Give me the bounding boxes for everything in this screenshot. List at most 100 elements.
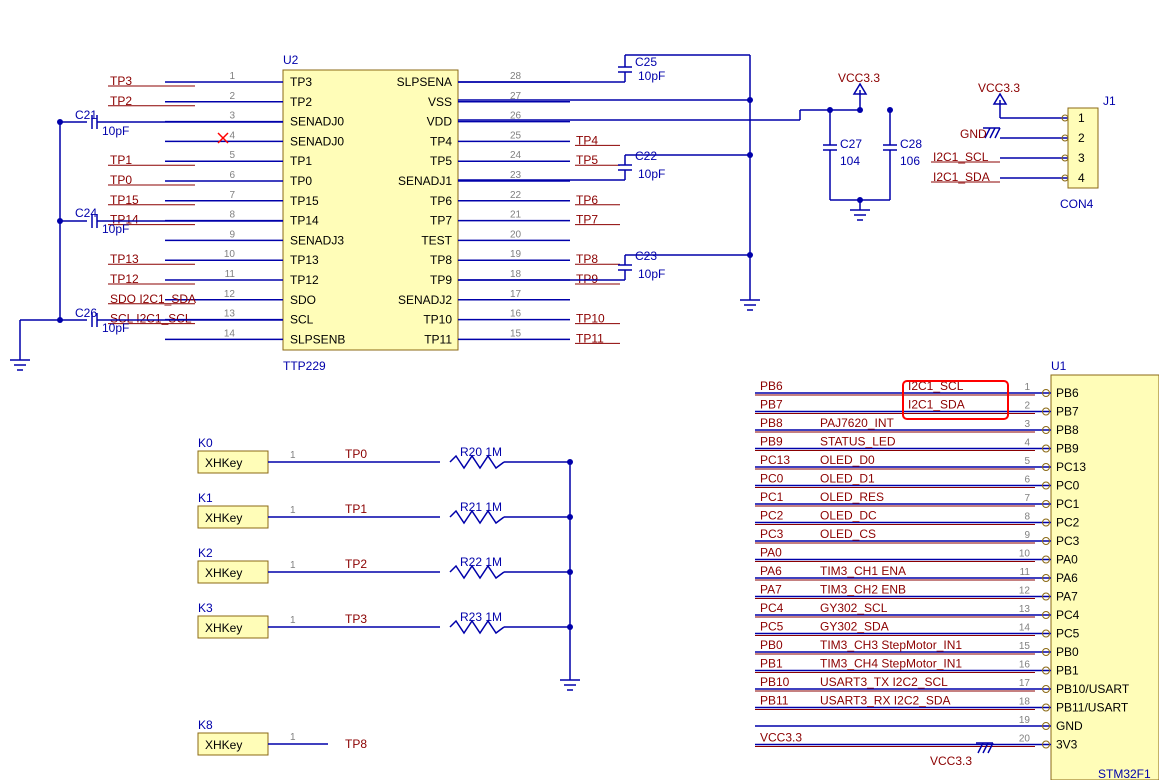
svg-text:R22 1M: R22 1M xyxy=(460,555,502,569)
svg-text:XHKey: XHKey xyxy=(205,738,242,752)
cap-c25: C25 10pF xyxy=(458,55,750,300)
svg-text:3: 3 xyxy=(1078,151,1085,165)
svg-text:C28: C28 xyxy=(900,137,922,151)
svg-text:2: 2 xyxy=(1024,401,1030,412)
svg-text:TP3: TP3 xyxy=(290,75,312,89)
svg-text:PB1: PB1 xyxy=(760,657,783,671)
svg-text:OLED_DC: OLED_DC xyxy=(820,509,877,523)
svg-text:PB1: PB1 xyxy=(1056,664,1079,678)
svg-text:18: 18 xyxy=(510,269,522,280)
svg-text:1: 1 xyxy=(1024,382,1030,393)
svg-text:PB9: PB9 xyxy=(760,435,783,449)
svg-text:PC5: PC5 xyxy=(760,620,784,634)
svg-text:OLED_D1: OLED_D1 xyxy=(820,472,875,486)
svg-text:VCC3.3: VCC3.3 xyxy=(760,731,802,745)
svg-text:104: 104 xyxy=(840,154,860,168)
svg-text:PC0: PC0 xyxy=(1056,479,1080,493)
svg-text:VCC3.3: VCC3.3 xyxy=(930,754,972,768)
svg-text:PC1: PC1 xyxy=(760,490,784,504)
svg-text:10pF: 10pF xyxy=(102,124,129,138)
svg-text:CON4: CON4 xyxy=(1060,197,1094,211)
svg-text:SLPSENB: SLPSENB xyxy=(290,332,345,346)
svg-text:C23: C23 xyxy=(635,249,657,263)
key-k8: K8 XHKey 1 TP8 xyxy=(198,718,367,755)
svg-text:20: 20 xyxy=(1019,734,1031,745)
svg-text:I2C1_SDA: I2C1_SDA xyxy=(908,398,965,412)
svg-text:SCL: SCL xyxy=(290,313,314,327)
svg-text:PB0: PB0 xyxy=(1056,645,1079,659)
svg-text:TP10: TP10 xyxy=(423,313,452,327)
svg-text:R20 1M: R20 1M xyxy=(460,445,502,459)
svg-text:VCC3.3: VCC3.3 xyxy=(978,81,1020,95)
svg-text:PC2: PC2 xyxy=(1056,516,1080,530)
svg-text:PC5: PC5 xyxy=(1056,627,1080,641)
svg-text:R23 1M: R23 1M xyxy=(460,610,502,624)
svg-text:PB7: PB7 xyxy=(760,398,783,412)
svg-text:17: 17 xyxy=(1019,678,1031,689)
svg-text:6: 6 xyxy=(229,170,235,181)
cap-c28: C28 106 xyxy=(883,110,922,200)
svg-text:XHKey: XHKey xyxy=(205,566,242,580)
svg-text:28: 28 xyxy=(510,71,522,82)
svg-text:2: 2 xyxy=(1078,131,1085,145)
svg-text:TIM3_CH4 StepMotor_IN1: TIM3_CH4 StepMotor_IN1 xyxy=(820,657,962,671)
svg-text:USART3_RX I2C2_SDA: USART3_RX I2C2_SDA xyxy=(820,694,951,708)
svg-text:SENADJ0: SENADJ0 xyxy=(290,115,344,129)
svg-text:20: 20 xyxy=(510,229,522,240)
svg-text:GND: GND xyxy=(960,127,987,141)
svg-text:VDD: VDD xyxy=(427,115,453,129)
svg-text:106: 106 xyxy=(900,154,920,168)
svg-text:TP2: TP2 xyxy=(345,557,367,571)
svg-text:PB11: PB11 xyxy=(760,694,789,708)
svg-text:22: 22 xyxy=(510,190,522,201)
svg-text:PC4: PC4 xyxy=(1056,608,1080,622)
cap-c27: C27 104 xyxy=(823,110,862,200)
svg-text:SENADJ0: SENADJ0 xyxy=(290,134,344,148)
svg-text:TP9: TP9 xyxy=(430,273,452,287)
cap-c23: C23 10pF xyxy=(458,249,750,281)
svg-text:PB10/USART: PB10/USART xyxy=(1056,682,1130,696)
svg-text:10pF: 10pF xyxy=(638,267,665,281)
svg-text:TP12: TP12 xyxy=(290,273,319,287)
svg-text:5: 5 xyxy=(229,150,235,161)
svg-text:14: 14 xyxy=(1019,623,1031,634)
svg-text:1: 1 xyxy=(290,505,296,516)
svg-text:PB6: PB6 xyxy=(1056,386,1079,400)
svg-text:OLED_RES: OLED_RES xyxy=(820,490,884,504)
svg-text:PC3: PC3 xyxy=(1056,534,1080,548)
svg-text:10pF: 10pF xyxy=(102,321,129,335)
svg-text:TP15: TP15 xyxy=(290,194,319,208)
svg-text:TP7: TP7 xyxy=(430,214,452,228)
gnd-symbol-left xyxy=(10,360,30,370)
svg-text:13: 13 xyxy=(1019,604,1031,615)
svg-text:TP14: TP14 xyxy=(290,214,319,228)
svg-text:11: 11 xyxy=(1020,567,1031,578)
svg-text:TP6: TP6 xyxy=(430,194,452,208)
svg-text:12: 12 xyxy=(1019,586,1031,597)
svg-text:STATUS_LED: STATUS_LED xyxy=(820,435,896,449)
svg-text:TIM3_CH3 StepMotor_IN1: TIM3_CH3 StepMotor_IN1 xyxy=(820,638,962,652)
svg-text:9: 9 xyxy=(229,229,235,240)
svg-text:9: 9 xyxy=(1024,530,1030,541)
svg-text:PC13: PC13 xyxy=(1056,460,1086,474)
svg-text:TP13: TP13 xyxy=(290,253,319,267)
svg-text:PC2: PC2 xyxy=(760,509,784,523)
svg-text:PB10: PB10 xyxy=(760,675,790,689)
svg-text:SLPSENA: SLPSENA xyxy=(397,75,452,89)
svg-text:TP5: TP5 xyxy=(430,154,452,168)
cap-c26: C26 10pF xyxy=(60,306,283,335)
svg-text:13: 13 xyxy=(224,309,236,320)
svg-text:5: 5 xyxy=(1024,456,1030,467)
svg-text:TP1: TP1 xyxy=(345,502,367,516)
svg-text:K0: K0 xyxy=(198,436,213,450)
svg-text:3: 3 xyxy=(1024,419,1030,430)
svg-text:TP3: TP3 xyxy=(345,612,367,626)
svg-text:PB8: PB8 xyxy=(760,416,783,430)
svg-text:K1: K1 xyxy=(198,491,213,505)
svg-text:1: 1 xyxy=(290,560,296,571)
svg-text:4: 4 xyxy=(229,130,235,141)
svg-text:PB11/USART: PB11/USART xyxy=(1056,701,1129,715)
svg-text:PB7: PB7 xyxy=(1056,405,1079,419)
svg-text:1: 1 xyxy=(229,71,235,82)
svg-text:SENADJ3: SENADJ3 xyxy=(290,233,344,247)
